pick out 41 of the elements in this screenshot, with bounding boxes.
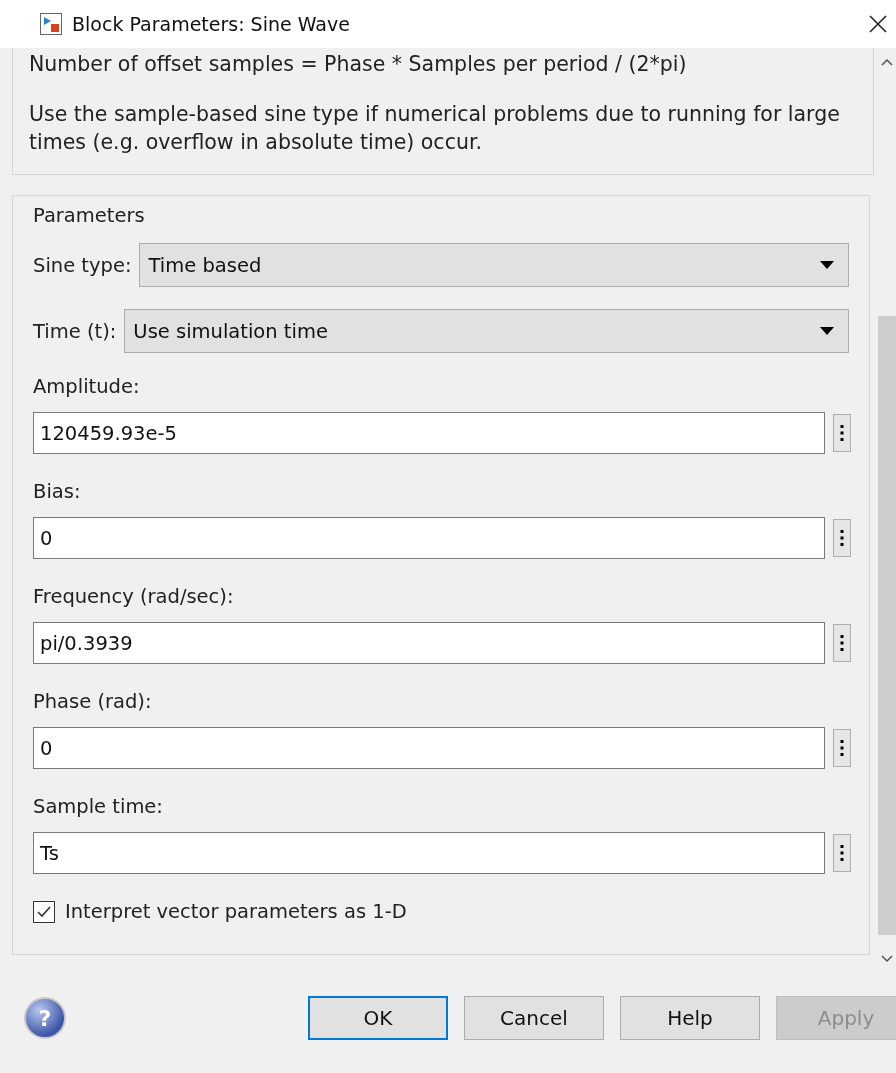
group-title: Parameters [33, 204, 145, 227]
more-button[interactable] [833, 729, 851, 767]
dropdown-arrow-icon [820, 327, 834, 335]
dropdown[interactable]: Time based [139, 243, 849, 287]
input-field[interactable]: pi/0.3939 [33, 622, 825, 664]
ellipsis-icon [840, 739, 844, 757]
field-label: Amplitude: [33, 375, 141, 398]
scroll-thumb[interactable] [878, 316, 896, 935]
field-label: Sample time: [33, 795, 164, 818]
more-button[interactable] [833, 624, 851, 662]
input-field[interactable]: 120459.93e-5 [33, 412, 825, 454]
field-label: Bias: [33, 480, 82, 503]
scroll-down-icon[interactable] [881, 955, 893, 963]
checkbox-label: Interpret vector parameters as 1-D [65, 900, 407, 923]
checkbox[interactable] [33, 900, 55, 923]
dropdown[interactable]: Use simulation time [124, 309, 849, 353]
more-button[interactable] [833, 834, 851, 872]
description-text: Use the sample-based sine type if numerical problems due to running for large times (e.g. overflow in absolute time) occur. [29, 101, 841, 156]
close-icon[interactable] [868, 14, 888, 34]
block-icon [40, 13, 62, 35]
description-text: Number of offset samples = Phase * Samples per period / (2*pi) [29, 51, 688, 78]
input-field[interactable]: 0 [33, 517, 825, 559]
ellipsis-icon [840, 844, 844, 862]
ellipsis-icon [840, 634, 844, 652]
field-label: Sine type: [33, 253, 132, 277]
ellipsis-icon [840, 424, 844, 442]
ellipsis-icon [840, 529, 844, 547]
dialog-button[interactable]: Help [620, 996, 760, 1040]
dropdown-arrow-icon [820, 261, 834, 269]
dialog-button[interactable]: Cancel [464, 996, 604, 1040]
input-field[interactable]: 0 [33, 727, 825, 769]
field-label: Phase (rad): [33, 690, 153, 713]
input-field[interactable]: Ts [33, 832, 825, 874]
dialog-button[interactable]: OK [308, 996, 448, 1040]
more-button[interactable] [833, 414, 851, 452]
field-label: Time (t): [33, 319, 117, 343]
field-label: Frequency (rad/sec): [33, 585, 235, 608]
window-title: Block Parameters: Sine Wave [72, 13, 351, 35]
more-button[interactable] [833, 519, 851, 557]
dialog-button: Apply [776, 996, 896, 1040]
scroll-up-icon[interactable] [881, 58, 893, 66]
